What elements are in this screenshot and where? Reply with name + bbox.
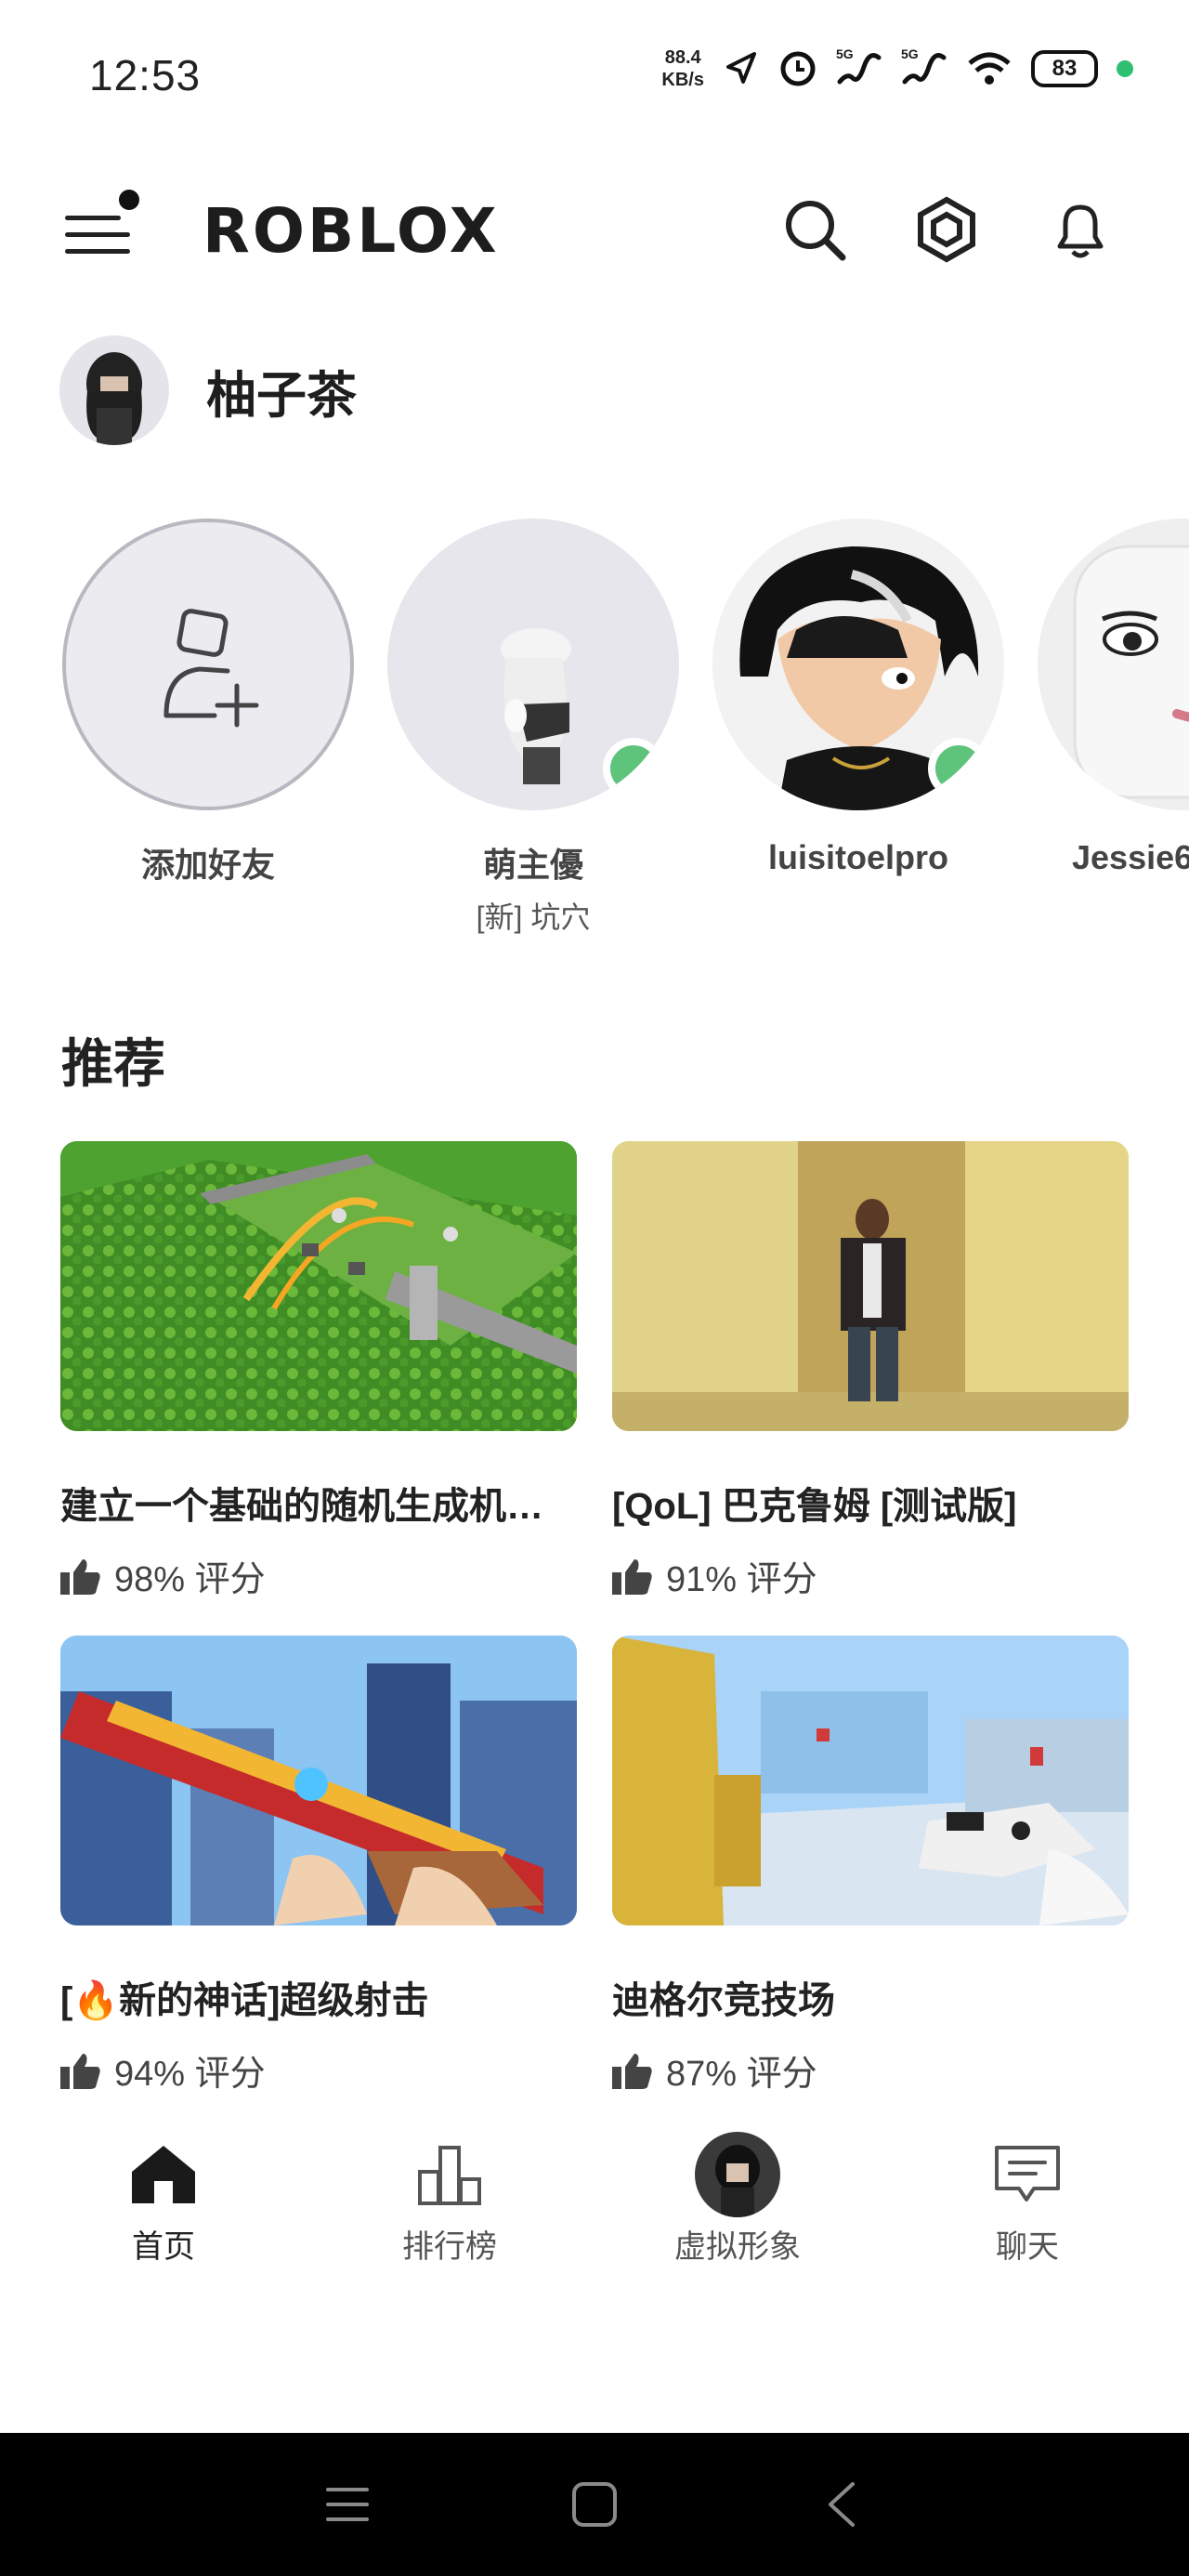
friend-item[interactable]: Jessie6 bbox=[1035, 519, 1189, 877]
game-card[interactable]: 迪格尔竞技场 87% 评分 bbox=[612, 1636, 1129, 2096]
game-title: 建立一个基础的随机生成机制 ... bbox=[60, 1486, 577, 1527]
game-title: 迪格尔竞技场 bbox=[612, 1980, 835, 2021]
notifications-button[interactable] bbox=[1040, 190, 1120, 269]
profile-header[interactable]: 柚子茶 bbox=[59, 335, 357, 446]
friend-item[interactable]: luisitoelpro bbox=[710, 519, 1007, 877]
status-bar: 12:53 88.4 KB/s 5G 5G 83 bbox=[0, 0, 1189, 158]
friend-avatar-figure bbox=[1073, 545, 1189, 799]
home-system-button[interactable] bbox=[557, 2472, 632, 2537]
avatar-icon bbox=[695, 2132, 780, 2217]
game-thumbnail bbox=[612, 1141, 1129, 1431]
status-icons: 88.4 KB/s 5G 5G 83 bbox=[661, 46, 1133, 91]
status-time: 12:53 bbox=[89, 51, 202, 99]
friend-status-text: [新] 坑穴 bbox=[476, 900, 591, 934]
nav-home[interactable]: 首页 bbox=[61, 2137, 266, 2267]
signal-1: 5G bbox=[836, 46, 882, 87]
menu-lines-icon bbox=[326, 2488, 369, 2521]
back-arrow-icon bbox=[829, 2482, 855, 2527]
menu-icon bbox=[65, 216, 121, 220]
nav-leaderboard[interactable]: 排行榜 bbox=[347, 2137, 552, 2267]
privacy-dot bbox=[1117, 60, 1133, 77]
nav-chat[interactable]: 聊天 bbox=[925, 2137, 1130, 2267]
wifi-icon bbox=[968, 52, 1011, 85]
friend-avatar bbox=[712, 519, 1004, 810]
game-thumbnail bbox=[60, 1141, 577, 1431]
search-button[interactable] bbox=[775, 190, 855, 269]
backrooms-thumbnail bbox=[612, 1141, 1129, 1431]
bottom-navigation: 首页 排行榜 虚拟形象 聊天 bbox=[0, 2109, 1189, 2267]
game-rating: 91% 评分 bbox=[612, 1550, 1129, 1601]
friend-item[interactable]: 萌主優 [新] 坑穴 bbox=[385, 519, 682, 937]
roblox-logo: ROBLOX bbox=[203, 195, 500, 267]
add-user-icon bbox=[163, 609, 259, 728]
chat-icon bbox=[995, 2146, 1060, 2201]
friend-name: Jessie6 bbox=[1072, 838, 1189, 876]
battery-indicator: 83 bbox=[1031, 50, 1098, 87]
thumbs-up-icon bbox=[60, 2053, 100, 2089]
arena-thumbnail bbox=[612, 1636, 1129, 1925]
game-card[interactable]: [🔥新的神话]超级射击 94% 评分 bbox=[60, 1636, 577, 2096]
game-card[interactable]: 建立一个基础的随机生成机制 ... 98% 评分 bbox=[60, 1141, 577, 1601]
username: 柚子茶 bbox=[206, 367, 357, 424]
friend-name: 添加好友 bbox=[140, 846, 275, 884]
nav-label: 虚拟形象 bbox=[674, 2229, 801, 2265]
game-title: [🔥新的神话]超级射击 bbox=[60, 1980, 429, 2021]
friend-avatar bbox=[387, 519, 679, 810]
search-icon bbox=[786, 201, 846, 261]
signal-2: 5G bbox=[901, 46, 947, 87]
nav-label: 排行榜 bbox=[402, 2229, 497, 2265]
square-icon bbox=[572, 2482, 617, 2527]
friend-avatar bbox=[1038, 519, 1189, 810]
friend-name: luisitoelpro bbox=[767, 838, 948, 876]
online-indicator bbox=[603, 738, 664, 799]
game-thumbnail bbox=[612, 1636, 1129, 1925]
nav-avatar[interactable]: 虚拟形象 bbox=[635, 2132, 840, 2267]
thumbs-up-icon bbox=[612, 2053, 652, 2089]
alarm-icon bbox=[780, 51, 816, 86]
online-indicator bbox=[928, 738, 989, 799]
chart-icon bbox=[418, 2146, 481, 2205]
add-friend-button[interactable]: 添加好友 bbox=[59, 519, 357, 887]
home-icon bbox=[132, 2146, 195, 2203]
friend-name: 萌主優 bbox=[482, 846, 583, 884]
tower-defense-thumbnail bbox=[60, 1141, 577, 1431]
navigation-arrow-icon bbox=[726, 52, 756, 84]
menu-button[interactable] bbox=[58, 190, 141, 264]
bell-icon bbox=[1057, 204, 1104, 258]
section-title-recommended: 推荐 bbox=[61, 1034, 165, 1093]
recent-apps-button[interactable] bbox=[310, 2472, 385, 2537]
nav-label: 聊天 bbox=[996, 2229, 1059, 2265]
game-thumbnail bbox=[60, 1636, 577, 1925]
super-striker-thumbnail bbox=[60, 1636, 577, 1925]
game-title: [QoL] 巴克鲁姆 [测试版] bbox=[612, 1486, 1017, 1527]
game-rating: 87% 评分 bbox=[612, 2044, 1129, 2096]
thumbs-up-icon bbox=[60, 1558, 100, 1595]
robux-button[interactable] bbox=[907, 190, 986, 269]
roblox-home-screen: 12:53 88.4 KB/s 5G 5G 83 ROBLOX 柚子茶 添加好友… bbox=[0, 0, 1189, 2576]
friends-carousel[interactable]: 添加好友 萌主優 [新] 坑穴 luisitoelpro Jessie6 bbox=[59, 519, 1189, 946]
avatar-figure-icon bbox=[86, 352, 142, 445]
nav-label: 首页 bbox=[132, 2229, 195, 2265]
top-bar: ROBLOX bbox=[0, 177, 1189, 279]
net-speed: 88.4 KB/s bbox=[661, 47, 704, 90]
system-navigation-bar bbox=[0, 2433, 1189, 2576]
avatar[interactable] bbox=[59, 335, 169, 445]
thumbs-up-icon bbox=[612, 1558, 652, 1595]
robux-icon bbox=[918, 196, 975, 263]
add-friend-circle bbox=[62, 519, 354, 810]
back-button[interactable] bbox=[804, 2472, 879, 2537]
game-card[interactable]: [QoL] 巴克鲁姆 [测试版] 91% 评分 bbox=[612, 1141, 1129, 1601]
notification-dot bbox=[119, 190, 139, 210]
game-rating: 98% 评分 bbox=[60, 1550, 577, 1601]
game-rating: 94% 评分 bbox=[60, 2044, 577, 2096]
